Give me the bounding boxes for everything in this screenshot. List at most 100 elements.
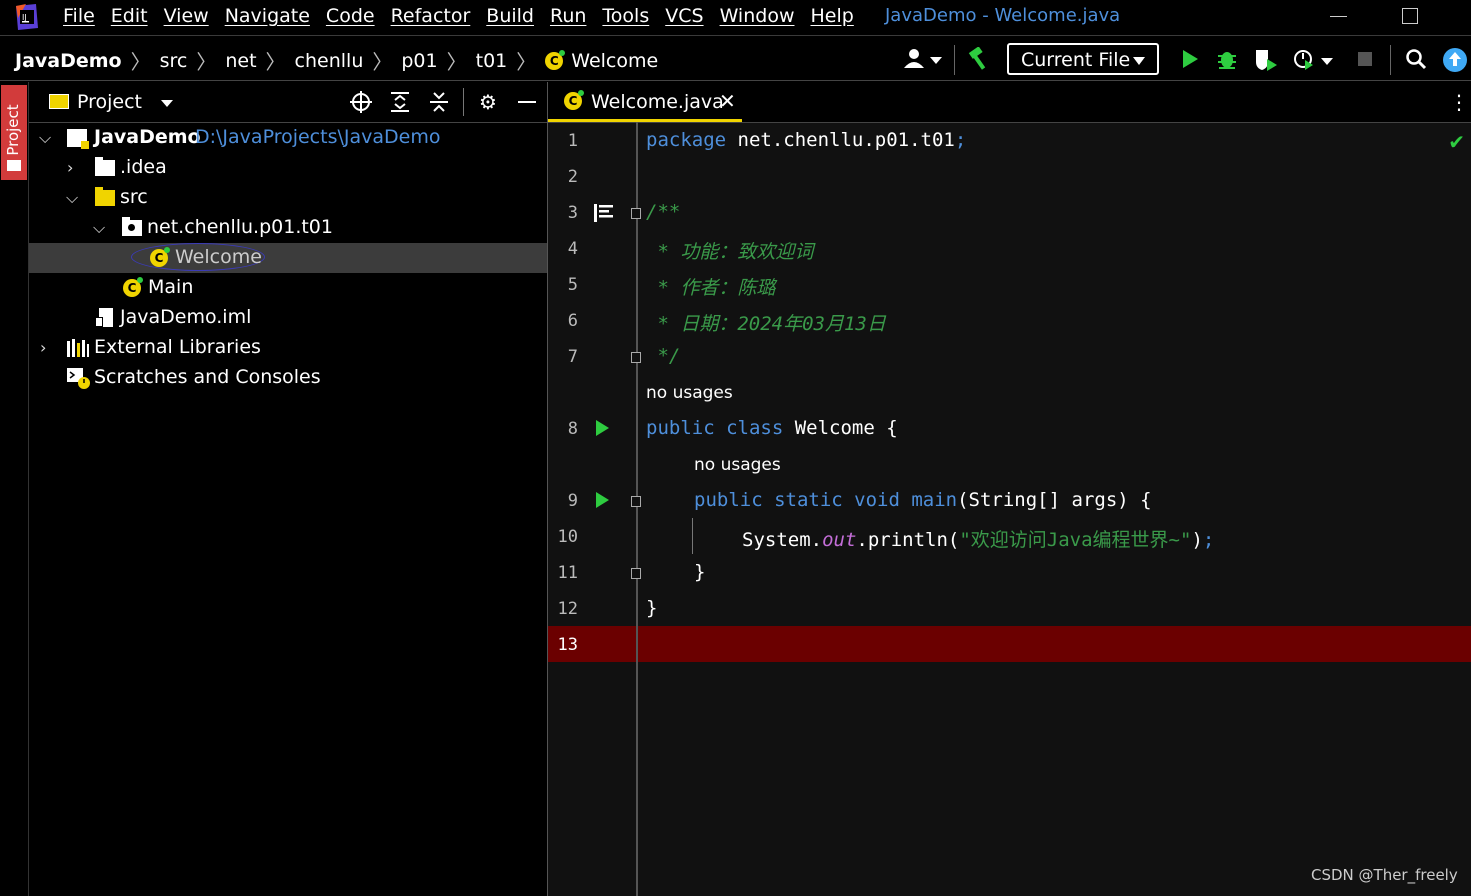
gear-icon[interactable]: ⚙ <box>476 90 500 114</box>
code-token: public class <box>646 417 784 439</box>
menu-help[interactable]: Help <box>810 5 853 27</box>
stop-icon[interactable] <box>1358 52 1372 66</box>
code-line[interactable]: System.out.println("欢迎访问Java编程世界~"); <box>742 525 1214 552</box>
project-panel-title[interactable]: Project <box>77 91 142 113</box>
package-icon <box>122 217 142 236</box>
chevron-right-icon[interactable]: › <box>67 158 73 177</box>
menu-vcs[interactable]: VCS <box>665 5 703 27</box>
code-line[interactable]: /** <box>646 201 680 223</box>
code-line[interactable]: */ <box>646 345 680 367</box>
line-number: 2 <box>567 167 578 187</box>
run-gutter-icon[interactable] <box>596 420 609 436</box>
project-tool-window-tab[interactable]: Project <box>1 85 27 180</box>
user-icon[interactable] <box>902 48 944 70</box>
folder-icon <box>95 157 115 176</box>
menu-edit[interactable]: Edit <box>111 5 148 27</box>
tree-item-welcome[interactable]: C Welcome <box>29 243 547 273</box>
code-line[interactable]: public static void main(String[] args) { <box>694 489 1152 511</box>
tree-item-main[interactable]: C Main <box>29 273 547 303</box>
fold-icon[interactable] <box>631 496 641 507</box>
menu-window[interactable]: Window <box>720 5 795 27</box>
chevron-right-icon[interactable]: › <box>40 338 46 357</box>
collapse-all-icon[interactable] <box>427 90 451 114</box>
line-number: 9 <box>567 491 578 511</box>
minimize-button[interactable] <box>1330 16 1347 17</box>
code-line[interactable]: public class Welcome { <box>646 417 898 439</box>
tree-item-idea[interactable]: › .idea <box>29 153 547 183</box>
tree-item-package[interactable]: ⌵ net.chenllu.p01.t01 <box>29 213 547 243</box>
menu-refactor[interactable]: Refactor <box>391 5 471 27</box>
close-icon[interactable]: ✕ <box>719 89 736 113</box>
code-editor: C Welcome.java ✕ ⋮ ✔ 1 2 3 4 5 6 7 8 9 1… <box>548 82 1471 896</box>
breadcrumb-net[interactable]: net <box>225 50 256 72</box>
tree-item-external-libraries[interactable]: › External Libraries <box>29 333 547 363</box>
header-divider <box>463 88 464 116</box>
chevron-down-icon[interactable]: ⌵ <box>39 128 51 148</box>
code-line[interactable]: * 功能：致欢迎词 <box>646 237 813 264</box>
menu-tools[interactable]: Tools <box>602 5 649 27</box>
code-line[interactable]: package net.chenllu.p01.t01; <box>646 129 966 151</box>
menu-code[interactable]: Code <box>326 5 375 27</box>
code-token: out <box>822 529 857 551</box>
breadcrumb-src[interactable]: src <box>160 50 188 72</box>
locate-icon[interactable] <box>349 90 373 114</box>
menu-build[interactable]: Build <box>486 5 534 27</box>
more-vertical-icon[interactable]: ⋮ <box>1449 90 1469 114</box>
watermark: CSDN @Ther_freely <box>1311 866 1458 884</box>
usage-hint[interactable]: no usages <box>646 383 733 403</box>
breadcrumb-project[interactable]: JavaDemo <box>15 50 122 72</box>
profiler-icon[interactable] <box>1293 48 1335 72</box>
tool-window-strip: Project <box>0 82 29 896</box>
breadcrumb-t01[interactable]: t01 <box>476 50 508 72</box>
tree-item-src[interactable]: ⌵ src <box>29 183 547 213</box>
project-path: D:\JavaProjects\JavaDemo <box>195 126 441 148</box>
chevron-down-icon[interactable]: ⌵ <box>66 188 78 208</box>
hide-panel-icon[interactable] <box>518 101 536 103</box>
navigation-bar: JavaDemo 〉 src 〉 net 〉 chenllu 〉 p01 〉 t… <box>0 37 1471 81</box>
indent-guide <box>692 518 693 554</box>
intellij-logo-icon: IJ <box>16 4 38 30</box>
menu-file[interactable]: File <box>63 5 95 27</box>
fold-icon[interactable] <box>631 568 641 579</box>
fold-icon[interactable] <box>631 352 641 363</box>
breadcrumb-chenllu[interactable]: chenllu <box>295 50 364 72</box>
run-icon[interactable] <box>1180 49 1200 69</box>
menu-view[interactable]: View <box>164 5 209 27</box>
breadcrumb-welcome[interactable]: Welcome <box>571 50 658 72</box>
fold-icon[interactable] <box>631 208 641 219</box>
maximize-button[interactable] <box>1402 8 1418 24</box>
tree-item-scratches[interactable]: Scratches and Consoles <box>29 363 547 393</box>
tree-item-project-root[interactable]: ⌵ JavaDemo D:\JavaProjects\JavaDemo <box>29 123 547 153</box>
search-icon[interactable] <box>1405 48 1427 70</box>
title-bar: IJ File Edit View Navigate Code Refactor… <box>0 0 1471 36</box>
debug-icon[interactable] <box>1216 48 1238 70</box>
coverage-icon[interactable] <box>1254 48 1280 72</box>
build-hammer-icon[interactable] <box>966 47 992 71</box>
code-line[interactable]: * 日期：2024年03月13日 <box>646 309 885 336</box>
breadcrumb-p01[interactable]: p01 <box>401 50 437 72</box>
check-icon[interactable]: ✔ <box>1448 130 1465 154</box>
run-configuration-label: Current File <box>1021 49 1131 71</box>
expand-all-icon[interactable] <box>388 90 412 114</box>
menu-navigate[interactable]: Navigate <box>225 5 310 27</box>
module-file-icon <box>95 308 113 327</box>
code-line[interactable]: } <box>694 561 705 583</box>
line-number: 3 <box>567 203 578 223</box>
tree-label-package: net.chenllu.p01.t01 <box>147 216 333 238</box>
chevron-right-icon: 〉 <box>265 50 286 74</box>
project-panel: Project ⚙ ⌵ JavaDemo D:\JavaProjects\Jav… <box>29 82 548 896</box>
code-line[interactable]: } <box>646 597 657 619</box>
usage-hint[interactable]: no usages <box>694 455 781 475</box>
tree-item-iml[interactable]: JavaDemo.iml <box>29 303 547 333</box>
code-line[interactable]: * 作者：陈璐 <box>646 273 775 300</box>
run-configuration-select[interactable]: Current File <box>1007 43 1159 75</box>
update-icon[interactable] <box>1442 47 1468 73</box>
editor-tab-bar: C Welcome.java ✕ ⋮ <box>548 82 1471 123</box>
editor-tab-welcome[interactable]: C Welcome.java ✕ <box>548 82 742 122</box>
menu-run[interactable]: Run <box>550 5 586 27</box>
caret-down-icon[interactable] <box>161 100 173 107</box>
chevron-down-icon[interactable]: ⌵ <box>93 218 105 238</box>
run-gutter-icon[interactable] <box>596 492 609 508</box>
chevron-right-icon: 〉 <box>196 50 217 74</box>
doc-comment-icon[interactable] <box>594 204 614 222</box>
